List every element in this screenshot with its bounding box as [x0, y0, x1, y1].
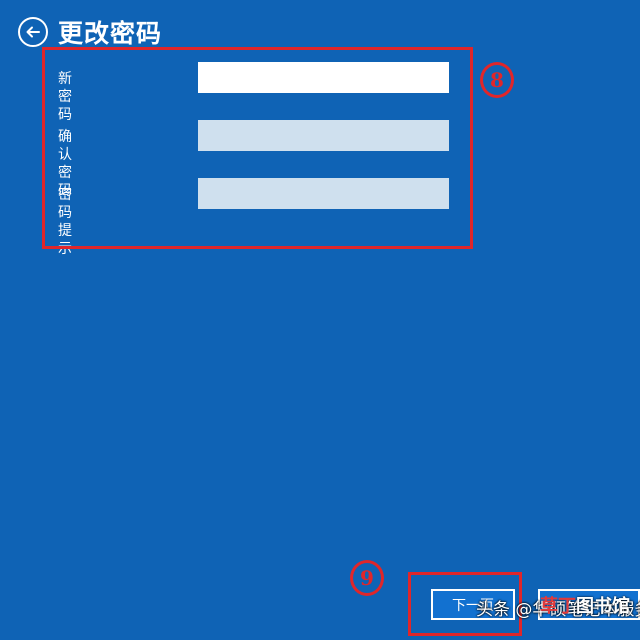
watermark-tag-b: 图书馆 — [576, 596, 630, 617]
annotation-box-fields — [42, 47, 473, 249]
step-8-marker: 8 — [480, 62, 514, 98]
watermark-tag: 草丁图书馆 — [540, 592, 630, 618]
back-button[interactable] — [18, 17, 48, 47]
arrow-left-icon — [26, 26, 40, 38]
page-title: 更改密码 — [58, 19, 163, 48]
watermark-tag-a: 草丁 — [540, 596, 576, 617]
step-9-marker: 9 — [350, 560, 384, 596]
